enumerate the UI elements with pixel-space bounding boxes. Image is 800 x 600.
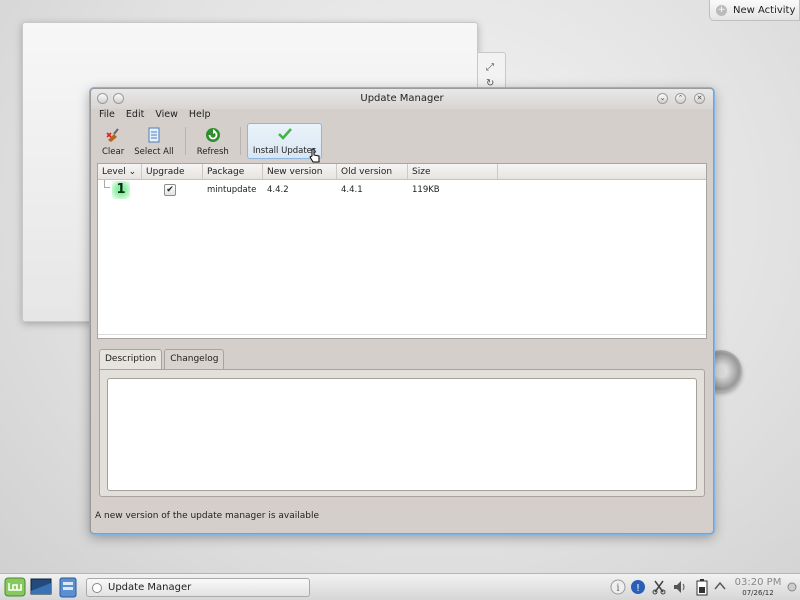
column-header-level[interactable]: Level ⌄ [98,164,142,179]
menu-help[interactable]: Help [189,109,211,123]
cell-new-version: 4.4.2 [267,185,289,195]
panel-toolbox-icon[interactable] [786,580,798,594]
file-manager-icon[interactable] [58,577,78,598]
status-bar-message: A new version of the update manager is a… [95,511,320,521]
horizontal-scrollbar[interactable] [98,334,706,338]
tab-description[interactable]: Description [99,349,163,370]
column-header-package[interactable]: Package [203,164,263,179]
update-manager-task-icon [92,582,102,593]
table-row[interactable]: 1 ✔ mintupdate 4.4.2 4.4.1 119KB [98,180,706,200]
window-menu-icon[interactable] [97,93,108,104]
cell-old-version: 4.4.1 [341,185,363,195]
clock-date: 07/26/12 [742,589,774,597]
select-all-icon [146,127,162,143]
details-tabs: Description Changelog [99,349,226,370]
menu-bar: File Edit View Help [91,109,713,123]
window-title: Update Manager [360,93,444,104]
volume-icon[interactable] [672,579,688,595]
menu-edit[interactable]: Edit [126,109,144,123]
tree-branch-line [104,180,110,188]
column-header-upgrade[interactable]: Upgrade [142,164,203,179]
cell-package: mintupdate [207,185,257,195]
close-icon[interactable]: ✕ [694,93,705,104]
tab-changelog[interactable]: Changelog [164,349,225,369]
plus-icon: + [716,4,727,16]
taskbar: Update Manager i ! 03:20 PM 07/26/12 [0,573,800,600]
refresh-button[interactable]: Refresh [192,123,234,159]
resize-icon[interactable]: ⤢ [486,62,494,73]
toolbar-separator [184,127,186,155]
select-all-label: Select All [134,147,174,157]
toolbar-separator [239,127,241,155]
svg-text:i: i [616,583,619,594]
column-header-new-version[interactable]: New version [263,164,337,179]
digital-clock[interactable]: 03:20 PM 07/26/12 [728,576,788,597]
refresh-icon [205,127,221,143]
updates-table: Level ⌄ Upgrade Package New version Old … [97,163,707,339]
menu-view[interactable]: View [155,109,178,123]
description-text-area[interactable] [107,378,697,491]
clock-time: 03:20 PM [734,577,782,588]
menu-file[interactable]: File [99,109,115,123]
install-updates-label: Install Updates [252,146,317,156]
update-shield-icon[interactable]: ! [630,579,646,595]
select-all-button[interactable]: Select All [129,123,178,159]
description-pane [99,369,705,497]
checkmark-icon [277,126,293,142]
column-header-old-version[interactable]: Old version [337,164,408,179]
new-activity-button[interactable]: + New Activity [709,0,800,21]
broom-icon [105,127,121,143]
upgrade-checkbox[interactable]: ✔ [164,184,176,196]
taskbar-task-update-manager[interactable]: Update Manager [86,578,310,597]
task-label: Update Manager [108,582,192,593]
toolbar: Clear Select All Refresh Install Updates [97,123,323,159]
clipboard-scissors-icon[interactable] [652,579,666,595]
new-activity-label: New Activity [733,4,796,16]
cell-size: 119KB [412,185,440,195]
title-bar[interactable]: Update Manager ⌄ ⌃ ✕ [91,89,713,109]
svg-text:!: ! [636,583,640,594]
sort-descending-icon: ⌄ [128,167,137,177]
info-icon[interactable]: i [610,579,626,595]
clear-label: Clear [102,147,125,157]
column-header-size[interactable]: Size [408,164,498,179]
system-tray-expand-icon[interactable] [714,581,726,591]
maximize-icon[interactable]: ⌃ [675,93,686,104]
clear-button[interactable]: Clear [97,123,129,159]
refresh-label: Refresh [196,147,229,157]
battery-network-icon[interactable] [694,578,710,596]
mint-menu-icon[interactable] [4,577,26,597]
table-header: Level ⌄ Upgrade Package New version Old … [98,164,706,180]
update-manager-window: Update Manager ⌄ ⌃ ✕ File Edit View Help… [90,88,714,534]
show-desktop-icon[interactable] [30,577,52,597]
minimize-icon[interactable]: ⌄ [657,93,668,104]
keep-above-icon[interactable] [113,93,124,104]
hand-cursor-icon [309,148,320,163]
level-badge: 1 [112,181,130,199]
